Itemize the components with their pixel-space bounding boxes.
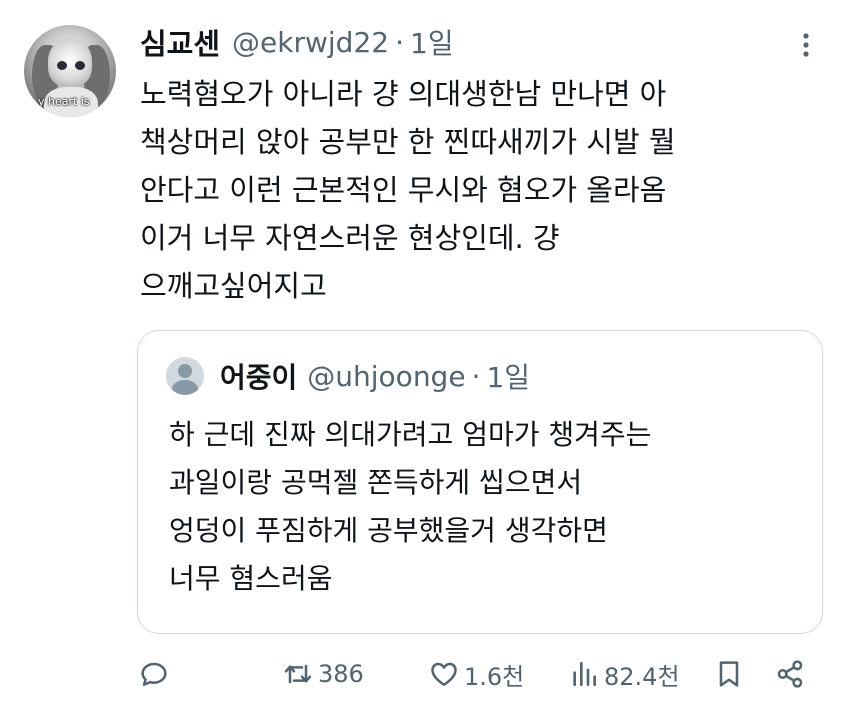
like-count: 1.6천 (464, 662, 525, 691)
quoted-header-separator: · (471, 359, 481, 393)
quoted-tweet-text: 하 근데 진짜 의대가려고 엄마가 챙겨주는 과일이랑 공먹젤 쫀득하게 씹으면… (169, 411, 809, 603)
action-bar: 386 1.6천 82.4천 (0, 652, 850, 696)
quoted-avatar-default-icon[interactable] (166, 357, 204, 395)
header-separator: · (395, 25, 404, 59)
avatar[interactable]: y heart is (24, 25, 116, 117)
tweet-header: 심교센 @ekrwjd22 · 1일 (140, 22, 454, 62)
tweet-text-line: 책상머리 앉아 공부만 한 찐따새끼가 시발 뭘 (140, 125, 676, 159)
avatar-eye-left (57, 61, 67, 70)
default-avatar-shoulders (172, 380, 198, 395)
views-button[interactable]: 82.4천 (568, 652, 680, 696)
share-icon (777, 660, 803, 688)
quoted-handle[interactable]: @uhjoonge (307, 360, 465, 393)
quoted-text-line: 너무 혐스러움 (169, 562, 333, 595)
avatar-eye-right (75, 61, 85, 70)
tweet-text: 노력혐오가 아니라 걍 의대생한남 만나면 아 책상머리 앉아 공부만 한 찐따… (140, 70, 820, 310)
tweet-timestamp[interactable]: 1일 (410, 22, 454, 62)
reply-button[interactable] (138, 652, 170, 696)
views-icon (573, 662, 596, 686)
default-avatar-head (178, 364, 192, 378)
tweet-text-line: 으깨고싶어지고 (140, 269, 327, 303)
bookmark-icon (719, 661, 739, 687)
tweet[interactable]: y heart is 심교센 @ekrwjd22 · 1일 노력혐오가 아니라 … (0, 0, 850, 702)
quoted-tweet-header: 어중이 @uhjoonge · 1일 (220, 355, 530, 397)
quoted-text-line: 엉덩이 푸짐하게 공부했을거 생각하면 (169, 514, 608, 547)
quoted-text-line: 과일이랑 공먹젤 쫀득하게 씹으면서 (169, 466, 583, 499)
avatar-caption: y heart is (38, 95, 90, 108)
share-button[interactable] (774, 652, 806, 696)
quoted-display-name[interactable]: 어중이 (220, 356, 297, 396)
quoted-timestamp[interactable]: 1일 (486, 356, 530, 396)
heart-icon (431, 662, 457, 686)
reply-icon (141, 662, 167, 686)
quoted-tweet[interactable]: 어중이 @uhjoonge · 1일 하 근데 진짜 의대가려고 엄마가 챙겨주… (137, 330, 823, 634)
avatar-face (48, 39, 92, 87)
author-handle[interactable]: @ekrwjd22 (232, 26, 389, 59)
retweet-button[interactable]: 386 (282, 652, 364, 696)
more-options-icon[interactable] (796, 30, 816, 60)
retweet-icon (284, 664, 312, 684)
tweet-text-line: 이거 너무 자연스러운 현상인데. 걍 (140, 221, 560, 255)
bookmark-button[interactable] (713, 652, 745, 696)
quoted-text-line: 하 근데 진짜 의대가려고 엄마가 챙겨주는 (169, 418, 652, 451)
like-button[interactable]: 1.6천 (428, 652, 524, 696)
tweet-text-line: 안다고 이런 근본적인 무시와 혐오가 올라옴 (140, 173, 667, 207)
views-count: 82.4천 (604, 662, 680, 691)
retweet-count: 386 (318, 660, 364, 688)
tweet-text-line: 노력혐오가 아니라 걍 의대생한남 만나면 아 (140, 77, 667, 111)
author-display-name[interactable]: 심교센 (140, 21, 220, 63)
